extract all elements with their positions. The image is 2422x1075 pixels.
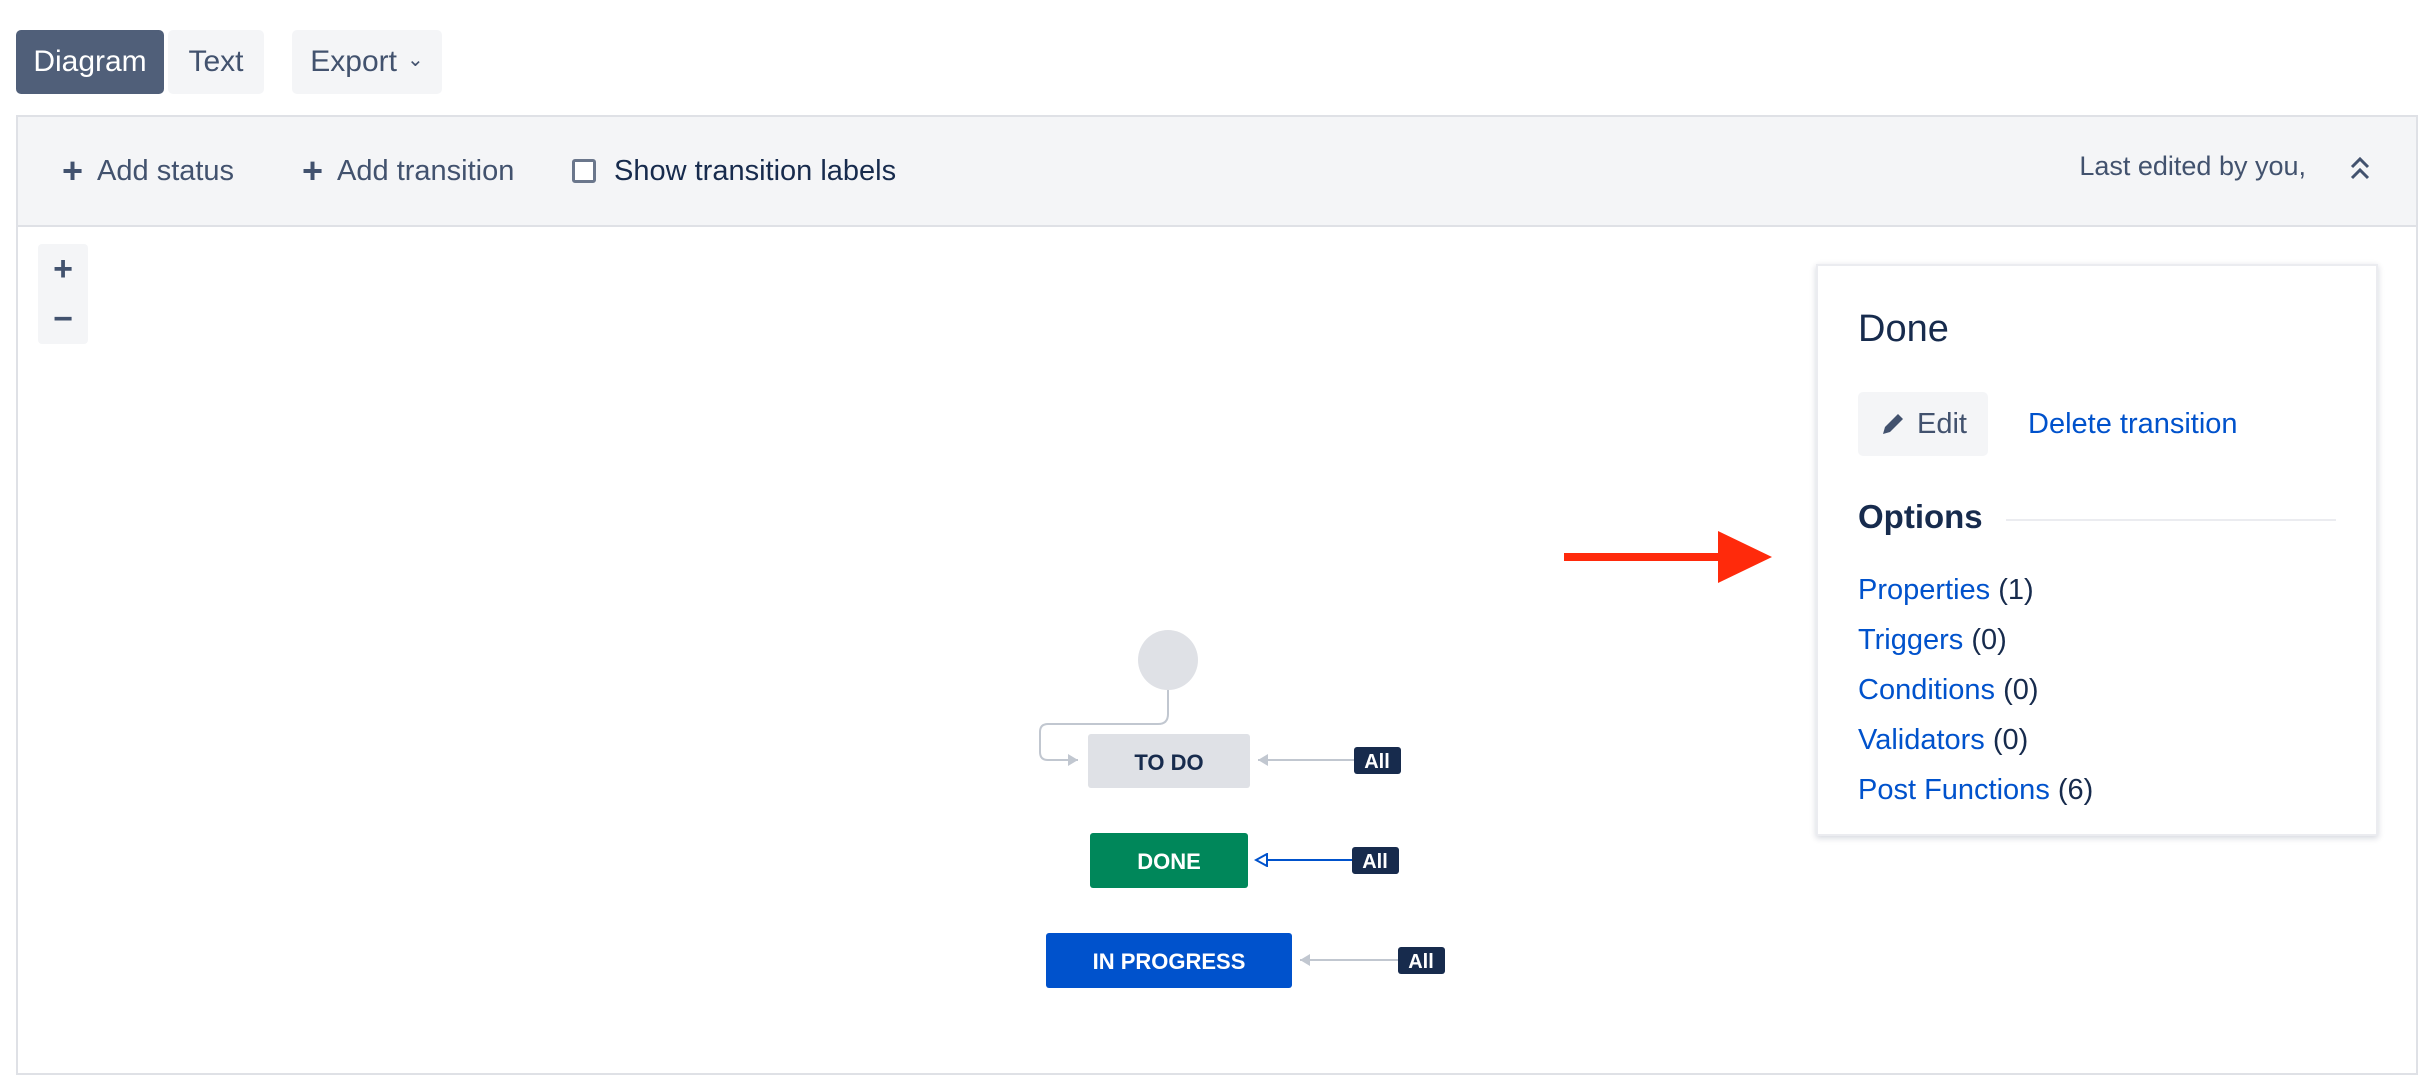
conditions-link[interactable]: Conditions	[1858, 674, 1995, 706]
options-divider	[2006, 519, 2336, 521]
zoom-out-button[interactable]: −	[38, 294, 88, 344]
option-triggers: Triggers (0)	[1858, 624, 2007, 657]
option-conditions: Conditions (0)	[1858, 674, 2039, 707]
post-functions-count: (6)	[2057, 774, 2094, 806]
transition-details-panel: Done Edit Delete transition Options Prop…	[1816, 264, 2378, 836]
option-validators: Validators (0)	[1858, 724, 2028, 757]
show-transition-labels-toggle[interactable]: Show transition labels	[572, 151, 896, 191]
post-functions-link[interactable]: Post Functions	[1858, 774, 2050, 806]
add-transition-label: Add transition	[337, 154, 515, 187]
collapse-button[interactable]	[2340, 145, 2380, 195]
pencil-icon	[1883, 414, 1903, 434]
properties-count: (1)	[1998, 574, 2034, 606]
export-button[interactable]: Export ⌄	[292, 30, 442, 94]
tab-diagram[interactable]: Diagram	[16, 30, 164, 94]
zoom-in-button[interactable]: +	[38, 244, 88, 294]
option-post-functions: Post Functions (6)	[1858, 774, 2093, 807]
delete-transition-link[interactable]: Delete transition	[2028, 408, 2238, 441]
validators-count: (0)	[1992, 724, 2029, 756]
zoom-controls: + −	[38, 244, 88, 344]
conditions-count: (0)	[2003, 674, 2039, 706]
edit-button[interactable]: Edit	[1858, 392, 1988, 456]
initial-node[interactable]	[1138, 630, 1198, 690]
chevron-down-icon: ⌄	[406, 48, 424, 71]
last-edited-text: Last edited by you,	[2079, 151, 2306, 181]
validators-link[interactable]: Validators	[1858, 724, 1985, 756]
options-heading: Options	[1858, 498, 1983, 535]
properties-link[interactable]: Properties	[1858, 574, 1990, 606]
status-in-progress[interactable]	[1046, 933, 1292, 988]
panel-title: Done	[1858, 308, 1949, 350]
edit-label: Edit	[1917, 407, 1967, 440]
add-transition-button[interactable]: + Add transition	[302, 151, 514, 191]
export-label: Export	[310, 45, 397, 78]
editor-toolbar: + Add status + Add transition Show trans…	[18, 117, 2416, 227]
option-properties: Properties (1)	[1858, 574, 2034, 607]
triggers-link[interactable]: Triggers	[1858, 624, 1963, 656]
add-status-label: Add status	[97, 154, 235, 187]
add-status-button[interactable]: + Add status	[62, 151, 234, 191]
show-transition-labels-label: Show transition labels	[614, 154, 897, 187]
tab-text[interactable]: Text	[168, 30, 264, 94]
double-chevron-up-icon	[2350, 156, 2370, 180]
global-transition-badge-done[interactable]	[1352, 847, 1399, 874]
status-todo[interactable]	[1088, 734, 1250, 788]
plus-icon: +	[62, 150, 84, 191]
triggers-count: (0)	[1971, 624, 2007, 656]
global-transition-badge-in-progress[interactable]	[1398, 947, 1445, 974]
show-transition-labels-checkbox[interactable]	[572, 159, 596, 183]
plus-icon: +	[302, 150, 324, 191]
status-done[interactable]	[1090, 833, 1248, 888]
global-transition-badge-todo[interactable]	[1354, 747, 1401, 774]
